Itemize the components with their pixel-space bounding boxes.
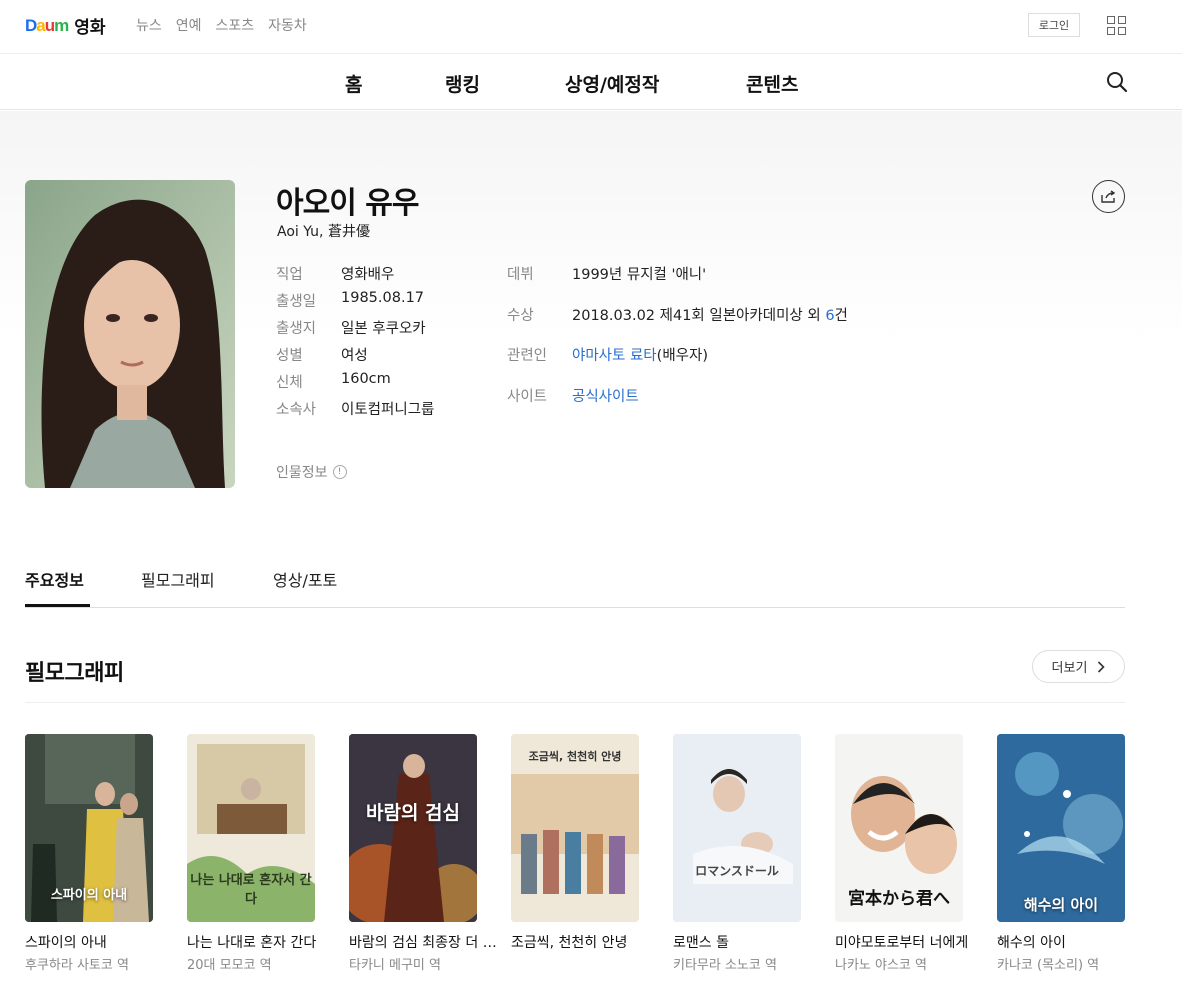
poster-title: 나는 나대로 혼자서 간다 [190, 873, 312, 907]
more-button[interactable]: 더보기 [1032, 650, 1125, 683]
award-text: 2018.03.02 제41회 일본아카데미상 외 [572, 308, 826, 324]
movie-poster[interactable]: ロマンスドール [673, 734, 801, 922]
debut-label: 데뷔 [507, 267, 534, 283]
movie-title[interactable]: 바람의 검심 최종장 더 비기닝 [349, 932, 497, 952]
movie-title[interactable]: 미야모토로부터 너에게 [835, 932, 983, 952]
active-tab-indicator [25, 604, 90, 607]
info-value: 여성 [341, 348, 368, 364]
related-person-link[interactable]: 야마사토 료타 [572, 348, 657, 364]
info-value: 영화배우 [341, 267, 395, 283]
info-value: 일본 후쿠오카 [341, 321, 426, 337]
gnb-sports[interactable]: 스포츠 [216, 15, 255, 35]
info-label: 성별 [276, 348, 303, 364]
tab-ranking[interactable]: 랭킹 [445, 70, 480, 97]
movie-role: 카나코 (목소리) 역 [997, 958, 1100, 973]
login-button[interactable]: 로그인 [1028, 13, 1080, 37]
profile-info-note[interactable]: 인물정보 ! [276, 462, 347, 482]
poster-title: 宮本から君へ [848, 889, 950, 909]
award-label: 수상 [507, 308, 534, 324]
movie-poster[interactable]: 宮本から君へ [835, 734, 963, 922]
movie-card[interactable]: 해수의 아이 해수의 아이 카나코 (목소리) 역 [997, 734, 1125, 973]
daum-logo-mark: Daum [25, 15, 69, 35]
movie-title[interactable]: 스파이의 아내 [25, 932, 173, 952]
more-label: 더보기 [1051, 661, 1088, 676]
site-label: 사이트 [507, 389, 548, 405]
service-name: 영화 [74, 18, 106, 38]
related-suffix: (배우자) [656, 348, 708, 364]
related-label: 관련인 [507, 348, 548, 364]
movie-poster[interactable]: 조금씩, 천천히 안녕 [511, 734, 639, 922]
official-site-link[interactable]: 공식사이트 [572, 385, 639, 406]
tab-home[interactable]: 홈 [345, 70, 362, 97]
poster-title: 해수의 아이 [1023, 896, 1099, 914]
movie-poster[interactable]: 나는 나대로 혼자서 간다 [187, 734, 315, 922]
poster-title: 조금씩, 천천히 안녕 [528, 750, 622, 763]
award-count-link[interactable]: 6 [825, 308, 834, 324]
movie-role: 타카니 메구미 역 [349, 958, 441, 973]
info-label: 소속사 [276, 402, 317, 418]
poster-title: ロマンスドール [695, 864, 779, 878]
share-icon [1100, 189, 1115, 203]
info-icon: ! [332, 465, 347, 479]
movie-poster[interactable]: 바람의 검심 [349, 734, 477, 922]
search-icon[interactable] [1106, 71, 1128, 93]
info-label: 신체 [276, 375, 303, 391]
movie-card[interactable]: 바람의 검심 바람의 검심 최종장 더 비기닝 타카니 메구미 역 [349, 734, 497, 973]
tab-now-playing[interactable]: 상영/예정작 [565, 70, 659, 97]
movie-card[interactable]: 나는 나대로 혼자서 간다 나는 나대로 혼자 간다 20대 모모코 역 [187, 734, 316, 973]
related-value: 야마사토 료타(배우자) [572, 344, 708, 365]
person-name: 아오이 유우 [276, 186, 419, 221]
info-label: 직업 [276, 267, 303, 283]
info-value: 1985.08.17 [341, 290, 425, 306]
movie-title[interactable]: 해수의 아이 [997, 932, 1145, 952]
person-name-sub: Aoi Yu, 蒼井優 [277, 224, 370, 240]
global-nav: 뉴스 연예 스포츠 자동차 [136, 15, 307, 35]
subtab-video-photo[interactable]: 영상/포토 [273, 567, 337, 591]
movie-title[interactable]: 로맨스 돌 [673, 932, 821, 952]
subtab-filmography[interactable]: 필모그래피 [141, 567, 215, 591]
main-nav: 홈 랭킹 상영/예정작 콘텐츠 [0, 55, 1182, 110]
section-divider [25, 702, 1125, 703]
info-label: 출생지 [276, 321, 317, 337]
movie-poster[interactable]: 스파이의 아내 [25, 734, 153, 922]
movie-role: 후쿠하라 사토코 역 [25, 958, 129, 973]
sub-tabs: 주요정보 필모그래피 영상/포토 [25, 555, 1125, 608]
poster-title: 바람의 검심 [365, 802, 460, 824]
share-button[interactable] [1092, 180, 1125, 213]
award-value: 2018.03.02 제41회 일본아카데미상 외 6건 [572, 304, 848, 325]
top-bar: Daum 영화 뉴스 연예 스포츠 자동차 로그인 [0, 0, 1182, 54]
movie-card[interactable]: 스파이의 아내 스파이의 아내 후쿠하라 사토코 역 [25, 734, 153, 973]
info-value: 160cm [341, 371, 391, 387]
service-menu-icon[interactable] [1107, 16, 1126, 35]
person-portrait [25, 180, 235, 488]
profile-info-label: 인물정보 [276, 465, 328, 481]
movie-role: 나카노 야스코 역 [835, 958, 927, 973]
movie-role: 키타무라 소노코 역 [673, 958, 777, 973]
movie-card[interactable]: ロマンスドール 로맨스 돌 키타무라 소노코 역 [673, 734, 801, 973]
movie-role: 20대 모모코 역 [187, 958, 272, 973]
movie-title[interactable]: 나는 나대로 혼자 간다 [187, 932, 335, 952]
info-label: 출생일 [276, 294, 317, 310]
award-suffix: 건 [834, 308, 848, 324]
tab-contents[interactable]: 콘텐츠 [746, 70, 798, 97]
daum-logo[interactable]: Daum 영화 [25, 13, 106, 39]
subtab-main-info[interactable]: 주요정보 [25, 567, 84, 591]
movie-card[interactable]: 宮本から君へ 미야모토로부터 너에게 나카노 야스코 역 [835, 734, 968, 973]
gnb-news[interactable]: 뉴스 [136, 15, 162, 35]
gnb-auto[interactable]: 자동차 [268, 15, 307, 35]
movie-title[interactable]: 조금씩, 천천히 안녕 [511, 932, 659, 952]
chevron-right-icon [1098, 660, 1106, 673]
info-value: 이토컴퍼니그룹 [341, 402, 435, 418]
gnb-entertainment[interactable]: 연예 [176, 15, 202, 35]
poster-title: 스파이의 아내 [50, 888, 128, 903]
filmography-title: 필모그래피 [25, 661, 124, 686]
movie-card[interactable]: 조금씩, 천천히 안녕 조금씩, 천천히 안녕 [511, 734, 639, 954]
movie-poster[interactable]: 해수의 아이 [997, 734, 1125, 922]
debut-value: 1999년 뮤지컬 '애니' [572, 267, 707, 283]
